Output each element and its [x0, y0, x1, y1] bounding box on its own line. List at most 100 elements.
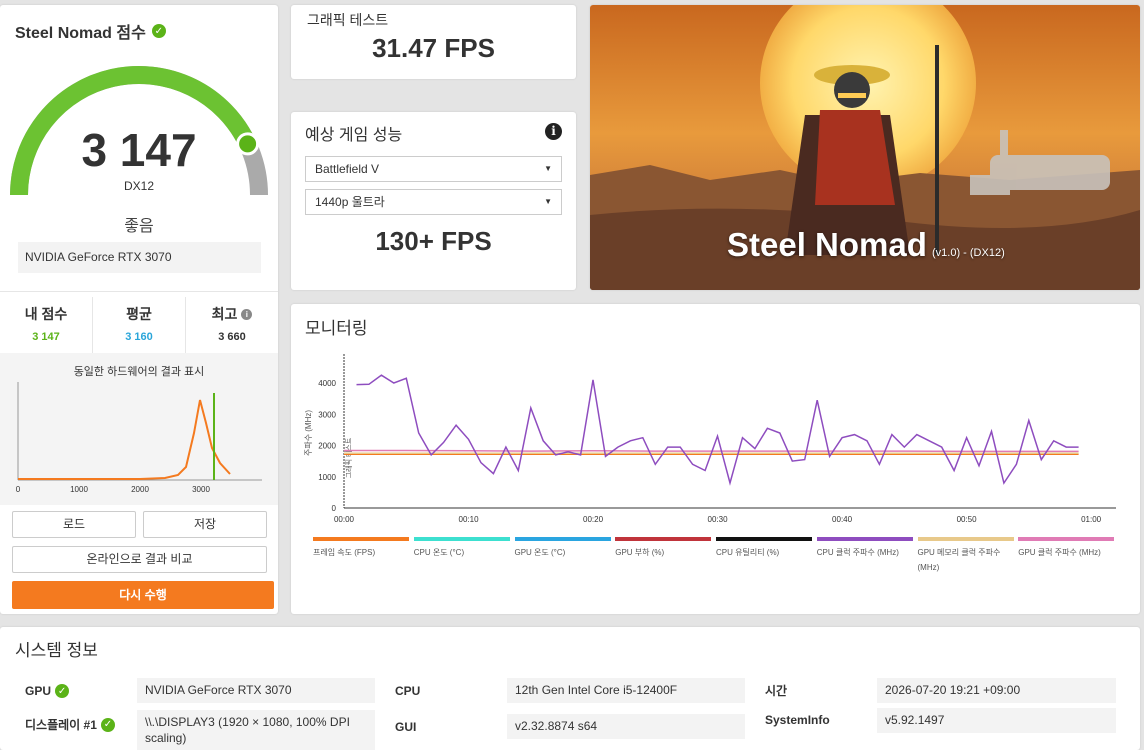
sys-time-label-text: 시간: [765, 684, 788, 698]
check-icon: ✓: [55, 684, 70, 698]
dist-tick-2000: 2000: [131, 485, 149, 494]
distribution-chart: 0 1000 2000 3000: [16, 382, 262, 494]
legend-label: GPU 부하 (%): [615, 548, 665, 557]
monitoring-card: 모니터링 0 1000 2000 3000 4000 00:00 00:10 00:20 00:…: [291, 304, 1140, 614]
game-performance-card: 예상 게임 성능 i Battlefield V ▼ 1440p 울트라 ▼ 1…: [291, 112, 576, 290]
sys-gpu-value: NVIDIA GeForce RTX 3070: [137, 678, 375, 703]
stat-best-label: 최고: [211, 306, 238, 322]
legend-label: GPU 클럭 주파수 (MHz): [1018, 548, 1101, 557]
sys-gui-label-text: GUI: [395, 720, 417, 734]
legend-swatch: [816, 537, 913, 541]
quality-select-value: 1440p 울트라: [315, 195, 385, 209]
sys-display-label-text: 디스플레이 #1: [25, 718, 97, 732]
legend-label: CPU 클럭 주파수 (MHz): [816, 548, 899, 557]
graphics-test-value: 31.47 FPS: [372, 33, 495, 63]
legend-swatch: [1018, 537, 1115, 541]
stat-best-value: 3 660: [218, 331, 246, 343]
legend-swatch: [514, 537, 611, 541]
sys-time-value: 2026-07-20 19:21 +09:00: [877, 678, 1116, 703]
save-button[interactable]: 저장: [143, 511, 267, 538]
stat-average-label: 평균: [126, 306, 152, 322]
legend-fps[interactable]: 프레임 속도 (FPS): [313, 537, 414, 575]
legend-cpu-temp[interactable]: CPU 온도 (°C): [413, 537, 515, 575]
game-select-value: Battlefield V: [315, 162, 380, 176]
benchmark-hero-image: Steel Nomad (v1.0) - (DX12): [590, 5, 1140, 290]
check-icon: ✓: [151, 24, 166, 38]
dist-curve: [18, 399, 231, 480]
stat-my-score: 내 점수 3 147: [0, 297, 92, 353]
legend-cpu-clock[interactable]: CPU 클럭 주파수 (MHz): [816, 537, 918, 575]
graphics-test-card: 그래픽 테스트 31.47 FPS: [291, 5, 576, 79]
legend-cpu-utility[interactable]: CPU 유틸리티 (%): [716, 537, 817, 575]
sys-systeminfo-value: v5.92.1497: [877, 708, 1116, 733]
legend-label: 프레임 속도 (FPS): [313, 548, 376, 557]
caret-down-icon: ▼: [544, 197, 552, 206]
sys-gui-value: v2.32.8874 s64: [507, 714, 745, 739]
legend-swatch: [615, 537, 712, 541]
mon-x-tick-label: 00:40: [832, 515, 853, 524]
mon-x-tick-label: 00:30: [708, 515, 729, 524]
score-api: DX12: [123, 179, 155, 193]
stat-my-score-label: 내 점수: [24, 306, 68, 322]
legend-swatch: [917, 537, 1014, 541]
sys-gui-label: GUI: [395, 720, 416, 734]
compare-online-button[interactable]: 온라인으로 결과 비교: [12, 546, 267, 573]
quality-select[interactable]: 1440p 울트라 ▼: [305, 189, 562, 215]
hero-title: Steel Nomad: [727, 226, 927, 263]
score-card: Steel Nomad 점수 ✓ 3 147 DX12 좋음 NVIDIA Ge…: [0, 5, 278, 614]
score-value: 3 147: [81, 124, 197, 176]
mon-x-tick-label: 00:00: [334, 515, 355, 524]
game-select[interactable]: Battlefield V ▼: [305, 156, 562, 182]
legend-gpu-temp[interactable]: GPU 온도 (°C): [514, 537, 616, 575]
hero-version: (v1.0) - (DX12): [932, 247, 1005, 259]
score-title: Steel Nomad 점수 ✓: [15, 19, 166, 43]
sys-cpu-label: CPU: [395, 684, 420, 698]
legend-swatch: [313, 537, 409, 541]
legend-gpu-clock[interactable]: GPU 클럭 주파수 (MHz): [1018, 537, 1119, 575]
score-stats-row: 내 점수 3 147 평균 3 160 최고 i 3 660: [0, 297, 278, 353]
caret-down-icon: ▼: [544, 164, 552, 173]
legend-label: CPU 온도 (°C): [413, 548, 465, 557]
check-icon: ✓: [100, 717, 115, 732]
info-icon[interactable]: i: [545, 123, 562, 140]
mon-x-tick-label: 00:20: [583, 515, 604, 524]
dist-tick-1000: 1000: [70, 485, 88, 494]
sys-systeminfo-label-text: SystemInfo: [765, 713, 830, 727]
mon-x-tick-label: 01:00: [1081, 515, 1102, 524]
mon-y-tick-label: 1000: [318, 473, 336, 482]
rerun-button[interactable]: 다시 수행: [12, 581, 274, 609]
mon-y-tick-label: 2000: [318, 442, 336, 451]
estimated-fps: 130+ FPS: [375, 226, 492, 256]
sys-cpu-value: 12th Gen Intel Core i5-12400F: [507, 678, 745, 703]
info-icon[interactable]: i: [241, 308, 253, 320]
sys-time-label: 시간: [765, 682, 787, 699]
mon-y-tick-label: 3000: [318, 410, 336, 419]
legend-gpu-load[interactable]: GPU 부하 (%): [615, 537, 716, 575]
stat-average-value: 3 160: [125, 331, 153, 343]
graphics-test-label: 그래픽 테스트: [307, 12, 389, 28]
stats-divider: [0, 291, 278, 292]
sys-gpu-label-text: GPU: [25, 684, 52, 698]
sys-display-value: \\.\DISPLAY3 (1920 × 1080, 100% DPI scal…: [137, 710, 375, 750]
sys-gpu-label: GPU ✓: [25, 684, 70, 698]
mon-series-line: [356, 374, 1079, 486]
dist-tick-0: 0: [16, 485, 21, 494]
game-performance-title: 예상 게임 성능: [305, 127, 403, 144]
stat-best: 최고 i 3 660: [185, 297, 278, 353]
legend-gpu-mem-clock[interactable]: GPU 메모리 클럭 주파수 (MHz): [917, 537, 1019, 575]
dist-tick-3000: 3000: [192, 485, 210, 494]
mon-y-tick-label: 0: [332, 504, 337, 513]
mon-y-axis-label: 주파수 (MHz): [304, 410, 313, 456]
legend-label: GPU 온도 (°C): [514, 548, 566, 557]
legend-label: CPU 유틸리티 (%): [716, 548, 780, 557]
load-button[interactable]: 로드: [12, 511, 136, 538]
score-gpu-name: NVIDIA GeForce RTX 3070: [18, 242, 261, 273]
stat-my-score-value: 3 147: [32, 331, 60, 343]
legend-swatch: [413, 537, 510, 541]
system-info-card: 시스템 정보 GPU ✓ NVIDIA GeForce RTX 3070 디스플…: [0, 627, 1140, 750]
sys-display-label: 디스플레이 #1 ✓: [25, 716, 115, 733]
distribution-panel: 동일한 하드웨어의 결과 표시 0 1000 2000 3000: [0, 353, 278, 505]
monitoring-chart: 0 1000 2000 3000 4000 00:00 00:10 00:20 00:30 00:…: [304, 354, 1116, 524]
stat-average: 평균 3 160: [92, 297, 185, 353]
legend-label: GPU 메모리 클럭 주파수 (MHz): [917, 548, 1001, 572]
